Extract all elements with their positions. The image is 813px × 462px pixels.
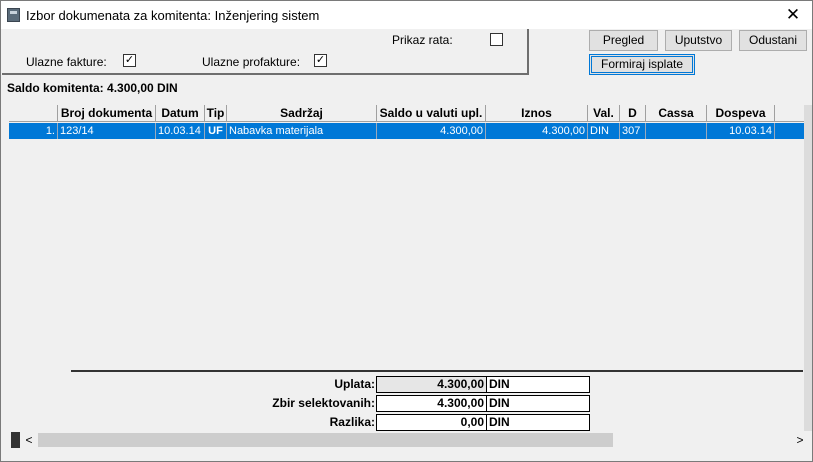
cell-iznos: 4.300,00 (486, 123, 588, 139)
cell-index: 1. (9, 123, 58, 139)
col-header-iznos[interactable]: Iznos (486, 105, 588, 122)
razlika-label: Razlika: (329, 415, 375, 429)
cell-filler (775, 123, 804, 139)
cell-d: 307 (620, 123, 646, 139)
col-header-cassa[interactable]: Cassa (646, 105, 707, 122)
horizontal-scrollbar[interactable]: < > (21, 432, 808, 448)
title-bar: Izbor dokumenata za komitenta: Inženjeri… (1, 1, 812, 29)
uputstvo-button[interactable]: Uputstvo (665, 30, 732, 51)
window-title: Izbor dokumenata za komitenta: Inženjeri… (26, 8, 320, 23)
cell-datum: 10.03.14 (156, 123, 205, 139)
ulazne-profakture-label: Ulazne profakture: (202, 55, 301, 69)
cell-saldo: 4.300,00 (377, 123, 486, 139)
col-header-saldo[interactable]: Saldo u valuti upl. (377, 105, 486, 122)
col-header-sadrzaj[interactable]: Sadržaj (227, 105, 377, 122)
zbir-selektovanih-value: 4.300,00 (376, 395, 487, 412)
saldo-komitenta: Saldo komitenta: 4.300,00 DIN (7, 81, 178, 95)
scroll-right-icon[interactable]: > (792, 432, 808, 448)
cell-tip: UF (205, 123, 227, 139)
col-header-tip[interactable]: Tip (205, 105, 227, 122)
cell-broj-dokumenta: 123/14 (58, 123, 156, 139)
col-header-d[interactable]: D (620, 105, 646, 122)
uplata-currency: DIN (486, 376, 590, 393)
col-header-datum[interactable]: Datum (156, 105, 205, 122)
cell-cassa (646, 123, 707, 139)
cell-sadrzaj: Nabavka materijala (227, 123, 377, 139)
pregled-button[interactable]: Pregled (589, 30, 658, 51)
prikaz-rata-checkbox[interactable] (490, 33, 503, 46)
close-icon[interactable]: ✕ (782, 4, 804, 26)
filter-panel: Prikaz rata: Ulazne fakture: ✓ Ulazne pr… (2, 29, 529, 75)
col-header-val[interactable]: Val. (588, 105, 620, 122)
document-selection-window: Izbor dokumenata za komitenta: Inženjeri… (0, 0, 813, 462)
col-header-broj-dokumenta[interactable]: Broj dokumenta (58, 105, 156, 122)
col-header-index (9, 105, 58, 122)
documents-grid[interactable]: Broj dokumenta Datum Tip Sadržaj Saldo u… (9, 105, 804, 369)
summary-panel: Uplata: 4.300,00 DIN Zbir selektovanih: … (71, 370, 803, 432)
prikaz-rata-label: Prikaz rata: (392, 33, 453, 47)
scrollbar-thumb[interactable] (38, 433, 613, 447)
ulazne-profakture-checkbox[interactable]: ✓ (314, 54, 327, 67)
zbir-row: Zbir selektovanih: 4.300,00 DIN (71, 395, 803, 412)
splitter-handle[interactable] (11, 432, 20, 448)
odustani-button[interactable]: Odustani (739, 30, 807, 51)
scroll-left-icon[interactable]: < (21, 432, 37, 448)
zbir-selektovanih-label: Zbir selektovanih: (272, 396, 375, 410)
formiraj-isplate-button[interactable]: Formiraj isplate (589, 54, 695, 75)
table-row[interactable]: 1. 123/14 10.03.14 UF Nabavka materijala… (9, 123, 804, 139)
razlika-row: Razlika: 0,00 DIN (71, 414, 803, 431)
ulazne-fakture-label: Ulazne fakture: (26, 55, 107, 69)
razlika-value: 0,00 (376, 414, 487, 431)
uplata-label: Uplata: (334, 377, 375, 391)
grid-header: Broj dokumenta Datum Tip Sadržaj Saldo u… (9, 105, 804, 122)
col-header-dospeva[interactable]: Dospeva (707, 105, 775, 122)
cell-dospeva: 10.03.14 (707, 123, 775, 139)
zbir-selektovanih-currency: DIN (486, 395, 590, 412)
uplata-row: Uplata: 4.300,00 DIN (71, 376, 803, 393)
app-icon (7, 8, 20, 22)
vertical-scrollbar[interactable] (804, 105, 812, 431)
razlika-currency: DIN (486, 414, 590, 431)
ulazne-fakture-checkbox[interactable]: ✓ (123, 54, 136, 67)
uplata-value: 4.300,00 (376, 376, 487, 393)
col-header-filler (775, 105, 804, 122)
cell-val: DIN (588, 123, 620, 139)
